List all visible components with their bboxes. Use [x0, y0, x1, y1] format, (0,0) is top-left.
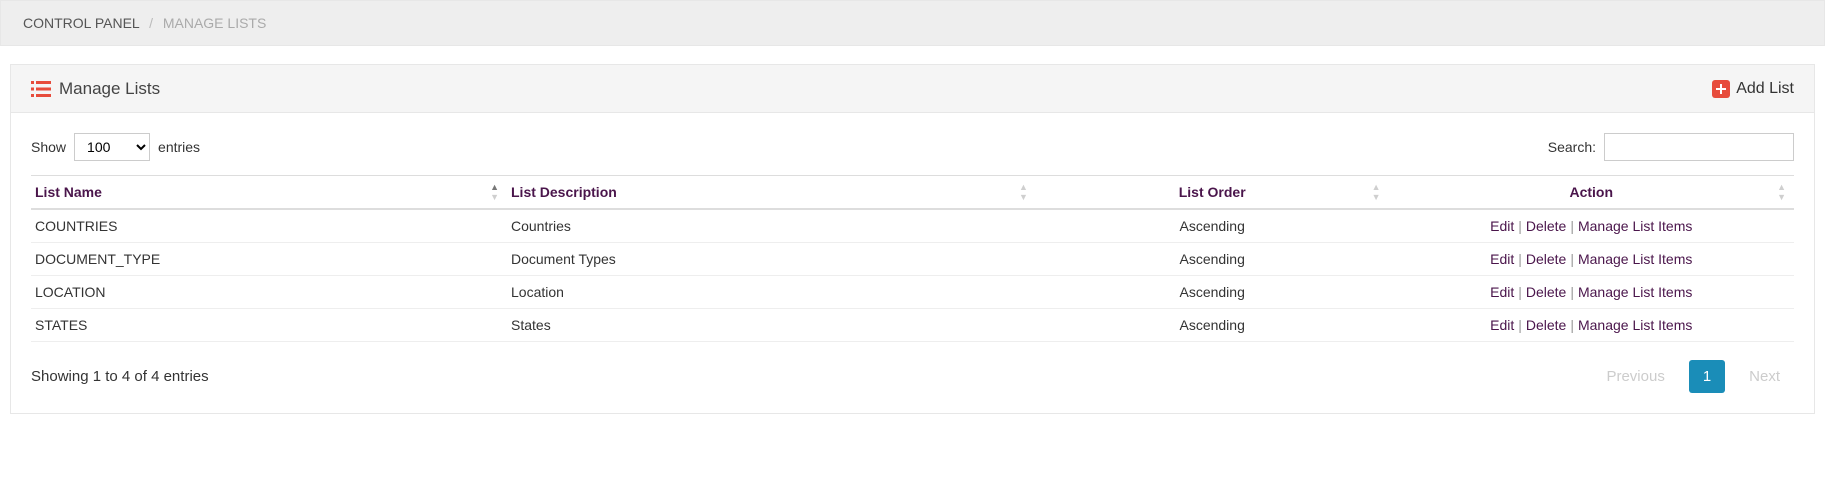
action-delete[interactable]: Delete: [1526, 317, 1566, 333]
search-input[interactable]: [1604, 133, 1794, 161]
breadcrumb-separator: /: [149, 15, 153, 31]
table-row: DOCUMENT_TYPEDocument TypesAscendingEdit…: [31, 243, 1794, 276]
pagination-page-1[interactable]: 1: [1689, 360, 1725, 393]
col-list-order[interactable]: List Order ▲▼: [1036, 176, 1389, 210]
breadcrumb-current: MANAGE LISTS: [163, 15, 266, 31]
cell-action: Edit|Delete|Manage List Items: [1388, 209, 1794, 243]
action-edit[interactable]: Edit: [1490, 218, 1514, 234]
filter-control: Search:: [1548, 133, 1794, 161]
cell-list-description: States: [507, 309, 1036, 342]
col-list-name[interactable]: List Name ▲▼: [31, 176, 507, 210]
col-list-name-label: List Name: [35, 184, 102, 200]
action-delete[interactable]: Delete: [1526, 251, 1566, 267]
col-list-description-label: List Description: [511, 184, 617, 200]
action-manage-list-items[interactable]: Manage List Items: [1578, 218, 1692, 234]
action-delete[interactable]: Delete: [1526, 284, 1566, 300]
action-separator: |: [1566, 218, 1578, 234]
panel-body: Show 100 entries Search: List Name: [11, 113, 1814, 413]
datatable-controls-bottom: Showing 1 to 4 of 4 entries Previous 1 N…: [31, 342, 1794, 393]
pagination-next[interactable]: Next: [1735, 360, 1794, 393]
col-list-description[interactable]: List Description ▲▼: [507, 176, 1036, 210]
pagination: Previous 1 Next: [1592, 360, 1794, 393]
action-separator: |: [1514, 218, 1526, 234]
action-delete[interactable]: Delete: [1526, 218, 1566, 234]
length-select[interactable]: 100: [74, 133, 150, 161]
action-separator: |: [1566, 251, 1578, 267]
col-action[interactable]: Action ▲▼: [1388, 176, 1794, 210]
sort-icon: ▲▼: [490, 182, 499, 202]
table-row: STATESStatesAscendingEdit|Delete|Manage …: [31, 309, 1794, 342]
list-icon: [31, 80, 51, 98]
datatable-info: Showing 1 to 4 of 4 entries: [31, 368, 209, 385]
length-entries-label: entries: [158, 139, 200, 155]
add-list-label: Add List: [1736, 80, 1794, 98]
cell-action: Edit|Delete|Manage List Items: [1388, 309, 1794, 342]
cell-action: Edit|Delete|Manage List Items: [1388, 243, 1794, 276]
col-action-label: Action: [1569, 184, 1613, 200]
action-edit[interactable]: Edit: [1490, 317, 1514, 333]
cell-list-description: Document Types: [507, 243, 1036, 276]
action-separator: |: [1514, 317, 1526, 333]
cell-list-order: Ascending: [1036, 276, 1389, 309]
action-separator: |: [1566, 317, 1578, 333]
table-row: COUNTRIESCountriesAscendingEdit|Delete|M…: [31, 209, 1794, 243]
table-row: LOCATIONLocationAscendingEdit|Delete|Man…: [31, 276, 1794, 309]
action-separator: |: [1566, 284, 1578, 300]
cell-list-name: COUNTRIES: [31, 209, 507, 243]
cell-list-description: Location: [507, 276, 1036, 309]
panel-heading: Manage Lists Add List: [11, 65, 1814, 113]
action-separator: |: [1514, 284, 1526, 300]
sort-icon: ▲▼: [1777, 182, 1786, 202]
datatable-controls-top: Show 100 entries Search:: [31, 133, 1794, 175]
cell-list-order: Ascending: [1036, 309, 1389, 342]
manage-lists-panel: Manage Lists Add List Show 100: [10, 64, 1815, 414]
action-separator: |: [1514, 251, 1526, 267]
sort-icon: ▲▼: [1372, 182, 1381, 202]
action-edit[interactable]: Edit: [1490, 251, 1514, 267]
cell-list-order: Ascending: [1036, 209, 1389, 243]
length-show-label: Show: [31, 139, 66, 155]
action-manage-list-items[interactable]: Manage List Items: [1578, 251, 1692, 267]
plus-square-icon: [1712, 80, 1730, 98]
sort-icon: ▲▼: [1019, 182, 1028, 202]
add-list-button[interactable]: Add List: [1712, 80, 1794, 98]
action-manage-list-items[interactable]: Manage List Items: [1578, 284, 1692, 300]
cell-action: Edit|Delete|Manage List Items: [1388, 276, 1794, 309]
breadcrumb-root[interactable]: CONTROL PANEL: [23, 15, 139, 31]
col-list-order-label: List Order: [1179, 184, 1246, 200]
length-control: Show 100 entries: [31, 133, 200, 161]
search-label: Search:: [1548, 139, 1596, 155]
data-table: List Name ▲▼ List Description ▲▼: [31, 175, 1794, 342]
cell-list-name: STATES: [31, 309, 507, 342]
breadcrumb: CONTROL PANEL / MANAGE LISTS: [0, 0, 1825, 46]
action-manage-list-items[interactable]: Manage List Items: [1578, 317, 1692, 333]
panel-title: Manage Lists: [59, 79, 160, 99]
pagination-previous[interactable]: Previous: [1592, 360, 1678, 393]
cell-list-description: Countries: [507, 209, 1036, 243]
cell-list-name: DOCUMENT_TYPE: [31, 243, 507, 276]
action-edit[interactable]: Edit: [1490, 284, 1514, 300]
cell-list-order: Ascending: [1036, 243, 1389, 276]
cell-list-name: LOCATION: [31, 276, 507, 309]
